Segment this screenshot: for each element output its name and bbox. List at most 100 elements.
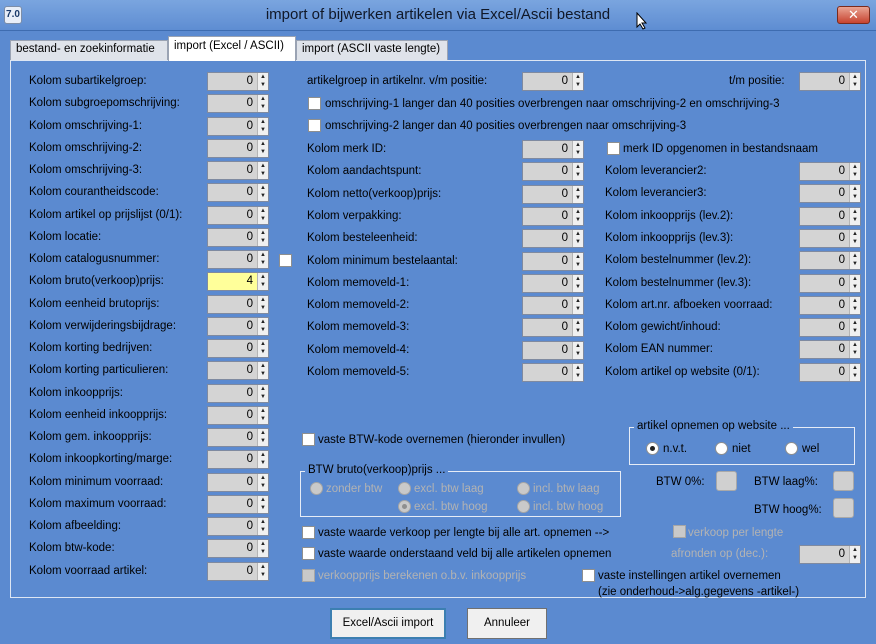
left_fields-spinner[interactable]: 0 ▲ ▼ [207,361,269,381]
left_fields-value[interactable]: 0 [208,406,257,424]
spinner-arrows-icon[interactable]: ▲ ▼ [849,296,860,314]
spinner-arrows-icon[interactable]: ▲ ▼ [257,518,268,535]
spinner-arrows-icon[interactable]: ▲ ▼ [257,251,268,268]
left_fields-spinner[interactable]: 0 ▲ ▼ [207,472,269,492]
spinner-arrows-icon[interactable]: ▲ ▼ [572,207,583,225]
left_fields-value[interactable]: 0 [208,540,257,558]
mid_fields-value[interactable]: 0 [523,341,572,359]
spinner-arrows-icon[interactable]: ▲ ▼ [257,95,268,113]
website-option-nvt-radio[interactable] [646,442,659,455]
mid_fields-spinner[interactable]: 0 ▲ ▼ [522,162,584,182]
website-option-niet-radio[interactable] [715,442,728,455]
spinner-arrows-icon[interactable]: ▲ ▼ [257,117,268,135]
right_fields-value[interactable]: 0 [800,319,849,337]
right_fields-spinner[interactable]: 0 ▲ ▼ [799,273,861,293]
artikelgroep-vm-value[interactable]: 0 [523,73,572,90]
tab-import-ascii[interactable]: import (ASCII vaste lengte) [296,40,448,60]
website-option-wel-radio[interactable] [785,442,798,455]
spinner-arrows-icon[interactable]: ▲ ▼ [572,274,583,292]
left_fields-value[interactable]: 0 [208,95,257,113]
btw-excl-hoog-radio[interactable] [398,500,411,513]
mid_fields-spinner[interactable]: 0 ▲ ▼ [522,273,584,293]
mid_fields-value[interactable]: 0 [523,274,572,292]
spinner-arrows-icon[interactable]: ▲ ▼ [257,340,268,357]
right_fields-value[interactable]: 0 [800,274,849,292]
spinner-arrows-icon[interactable]: ▲ ▼ [257,228,268,246]
mid_fields-spinner[interactable]: 0 ▲ ▼ [522,140,584,159]
left_fields-value[interactable]: 0 [208,562,257,580]
left_fields-spinner[interactable]: 0 ▲ ▼ [207,205,269,225]
spinner-arrows-icon[interactable]: ▲ ▼ [257,384,268,402]
afronden-spinner[interactable]: 0 ▲ ▼ [799,545,861,564]
spinner-arrows-icon[interactable]: ▲ ▼ [257,473,268,491]
mid_fields-value[interactable]: 0 [523,297,572,315]
right_fields-value[interactable]: 0 [800,341,849,359]
spinner-arrows-icon[interactable]: ▲ ▼ [257,540,268,558]
mid_fields-value[interactable]: 0 [523,141,572,158]
right_fields-spinner[interactable]: 0 ▲ ▼ [799,228,861,248]
vaste-veld-checkbox[interactable] [302,547,315,560]
right_fields-spinner[interactable]: 0 ▲ ▼ [799,184,861,204]
left_fields-value[interactable]: 0 [208,184,257,202]
right_fields-value[interactable]: 0 [800,185,849,203]
left_fields-spinner[interactable]: 0 ▲ ▼ [207,517,269,536]
spinner-arrows-icon[interactable]: ▲ ▼ [849,341,860,359]
right_fields-spinner[interactable]: 0 ▲ ▼ [799,362,861,382]
spinner-arrows-icon[interactable]: ▲ ▼ [849,274,860,292]
afronden-value[interactable]: 0 [800,546,849,563]
mid_fields-value[interactable]: 0 [523,230,572,248]
left_fields-spinner[interactable]: 0 ▲ ▼ [207,94,269,114]
left_fields-spinner[interactable]: 0 ▲ ▼ [207,72,269,91]
mid_fields-value[interactable]: 0 [523,185,572,203]
left_fields-value[interactable]: 0 [208,317,257,335]
tab-import-excel[interactable]: import (Excel / ASCII) [168,36,296,61]
btw-incl-hoog-radio[interactable] [517,500,530,513]
spinner-arrows-icon[interactable]: ▲ ▼ [572,252,583,270]
left_fields-value[interactable]: 0 [208,518,257,535]
mid_fields-spinner[interactable]: 0 ▲ ▼ [522,251,584,271]
spinner-arrows-icon[interactable]: ▲ ▼ [257,451,268,469]
spinner-arrows-icon[interactable]: ▲ ▼ [257,562,268,580]
right_fields-spinner[interactable]: 0 ▲ ▼ [799,318,861,338]
mid_fields-spinner[interactable]: 0 ▲ ▼ [522,206,584,226]
spinner-arrows-icon[interactable]: ▲ ▼ [849,319,860,337]
right_fields-spinner[interactable]: 0 ▲ ▼ [799,295,861,315]
close-button[interactable]: ✕ [837,6,870,24]
right_fields-value[interactable]: 0 [800,296,849,314]
mid_fields-spinner[interactable]: 0 ▲ ▼ [522,363,584,382]
right_fields-value[interactable]: 0 [800,207,849,225]
spinner-arrows-icon[interactable]: ▲ ▼ [257,206,268,224]
mid_fields-value[interactable]: 0 [523,252,572,270]
left_fields-value[interactable]: 0 [208,117,257,135]
merk-in-naam-checkbox[interactable] [607,142,620,155]
left_fields-spinner[interactable]: 0 ▲ ▼ [207,383,269,403]
spinner-arrows-icon[interactable]: ▲ ▼ [572,341,583,359]
btw-laag-field[interactable] [833,471,854,491]
left_fields-value[interactable]: 0 [208,473,257,491]
spinner-arrows-icon[interactable]: ▲ ▼ [572,230,583,248]
left_fields-value[interactable]: 0 [208,429,257,446]
spinner-arrows-icon[interactable]: ▲ ▼ [257,429,268,446]
artikelgroep-vm-spinner[interactable]: 0 ▲ ▼ [522,72,584,91]
spinner-arrows-icon[interactable]: ▲ ▼ [257,295,268,313]
spinner-arrows-icon[interactable]: ▲ ▼ [572,319,583,337]
vaste-lengte-checkbox[interactable] [302,526,315,539]
mid_fields-spinner[interactable]: 0 ▲ ▼ [522,340,584,360]
tm-positie-spinner[interactable]: 0 ▲ ▼ [799,72,861,91]
spinner-arrows-icon[interactable]: ▲ ▼ [849,207,860,225]
catalogusnummer-checkbox[interactable] [279,254,292,267]
spinner-arrows-icon[interactable]: ▲ ▼ [572,141,583,158]
left_fields-spinner[interactable]: 0 ▲ ▼ [207,116,269,136]
left_fields-value[interactable]: 0 [208,162,257,179]
vaste-btw-checkbox[interactable] [302,433,315,446]
spinner-arrows-icon[interactable]: ▲ ▼ [572,364,583,381]
spinner-arrows-icon[interactable]: ▲ ▼ [257,273,268,291]
right_fields-spinner[interactable]: 0 ▲ ▼ [799,251,861,271]
left_fields-value[interactable]: 0 [208,495,257,513]
mid_fields-value[interactable]: 0 [523,207,572,225]
omschrijving2-checkbox[interactable] [308,119,321,132]
left_fields-spinner[interactable]: 0 ▲ ▼ [207,561,269,581]
left_fields-value[interactable]: 0 [208,139,257,157]
mid_fields-spinner[interactable]: 0 ▲ ▼ [522,318,584,338]
spinner-arrows-icon[interactable]: ▲ ▼ [257,184,268,202]
